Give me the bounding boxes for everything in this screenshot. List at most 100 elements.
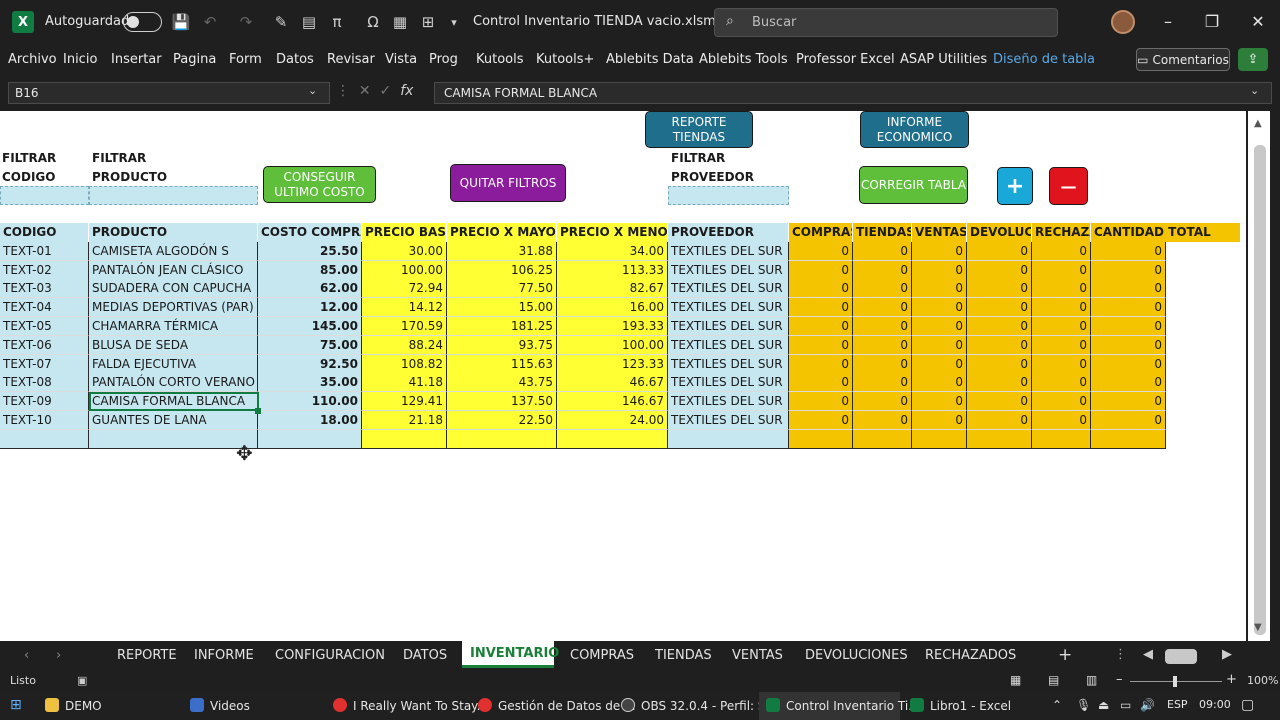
taskbar-opera-1[interactable]: I Really Want To Stay... [333, 698, 488, 713]
cell-precio-mayor[interactable]: 22.50 [447, 411, 557, 430]
cell-empty-devoluciones[interactable] [967, 429, 1032, 449]
menu-insertar[interactable]: Insertar [111, 52, 162, 67]
header-ventas[interactable]: VENTAS T [912, 223, 967, 242]
header-producto[interactable]: PRODUCTO [89, 223, 258, 242]
cell-proveedor[interactable]: TEXTILES DEL SUR [668, 354, 789, 374]
cell-compras[interactable]: 0 [789, 260, 853, 280]
cell-tiendas[interactable]: 0 [853, 317, 912, 336]
language-indicator[interactable]: ESP [1167, 698, 1188, 711]
table-icon[interactable]: ▦ [390, 12, 410, 32]
cell-costo-compra[interactable]: 12.00 [258, 298, 362, 318]
cell-codigo[interactable]: TEXT-02 [0, 260, 89, 280]
cell-ventas[interactable]: 0 [912, 392, 967, 412]
menu-professor-excel[interactable]: Professor Excel [796, 52, 895, 67]
menu-diseno-tabla[interactable]: Diseño de tabla [993, 52, 1095, 67]
cell-cantidad-total[interactable]: 0 [1091, 260, 1166, 280]
zoom-out-icon[interactable]: – [1116, 672, 1123, 687]
taskbar-videos[interactable]: Videos [190, 698, 250, 713]
cell-codigo[interactable]: TEXT-01 [0, 241, 89, 261]
zoom-in-icon[interactable]: + [1226, 672, 1237, 687]
cell-compras[interactable]: 0 [789, 392, 853, 412]
cell-rechazados[interactable]: 0 [1032, 354, 1091, 374]
name-box[interactable]: B16 [8, 82, 330, 104]
redo-icon[interactable]: ↷ [236, 12, 256, 32]
cell-devoluciones[interactable]: 0 [967, 335, 1032, 355]
hscroll-right-icon[interactable]: ▶ [1222, 647, 1232, 662]
cell-cantidad-total[interactable]: 0 [1091, 241, 1166, 261]
cell-ventas[interactable]: 0 [912, 260, 967, 280]
cell-empty-costo-compra[interactable] [258, 429, 362, 449]
cell-cantidad-total[interactable]: 0 [1091, 411, 1166, 430]
cell-proveedor[interactable]: TEXTILES DEL SUR [668, 373, 789, 393]
cell-rechazados[interactable]: 0 [1032, 317, 1091, 336]
cell-producto[interactable]: CHAMARRA TÉRMICA [89, 317, 258, 336]
cell-costo-compra[interactable]: 18.00 [258, 411, 362, 430]
tab-devoluciones[interactable]: DEVOLUCIONES [805, 648, 908, 663]
header-cantidad-total[interactable]: CANTIDAD TOTAL [1091, 223, 1241, 242]
menu-datos[interactable]: Datos [276, 52, 314, 67]
page-break-icon[interactable]: ▥ [1086, 673, 1097, 687]
cell-devoluciones[interactable]: 0 [967, 354, 1032, 374]
cell-tiendas[interactable]: 0 [853, 298, 912, 318]
minimize-icon[interactable]: – [1154, 10, 1182, 34]
cell-precio-base[interactable]: 129.41 [362, 392, 447, 412]
cell-proveedor[interactable]: TEXTILES DEL SUR [668, 317, 789, 336]
cell-empty-tiendas[interactable] [853, 429, 912, 449]
usb-icon[interactable]: ⏏ [1098, 698, 1109, 712]
cell-precio-mayor[interactable]: 106.25 [447, 260, 557, 280]
cell-precio-menor[interactable]: 34.00 [557, 241, 668, 261]
cell-precio-menor[interactable]: 146.67 [557, 392, 668, 412]
cell-costo-compra[interactable]: 35.00 [258, 373, 362, 393]
cell-producto[interactable]: GUANTES DE LANA [89, 411, 258, 430]
cell-empty-ventas[interactable] [912, 429, 967, 449]
cell-empty-producto[interactable] [89, 429, 258, 449]
cell-devoluciones[interactable]: 0 [967, 317, 1032, 336]
tab-ventas[interactable]: VENTAS [732, 648, 783, 663]
header-precio-base[interactable]: PRECIO BASE [362, 223, 447, 242]
cell-proveedor[interactable]: TEXTILES DEL SUR [668, 392, 789, 412]
cell-codigo[interactable]: TEXT-04 [0, 298, 89, 318]
normal-view-icon[interactable]: ▦ [1010, 673, 1021, 687]
form-icon[interactable]: ✎ [271, 12, 291, 32]
cell-empty-cantidad-total[interactable] [1091, 429, 1166, 449]
cell-ventas[interactable]: 0 [912, 317, 967, 336]
hierarchy-icon[interactable]: ⊞ [418, 12, 438, 32]
cell-costo-compra[interactable]: 25.50 [258, 241, 362, 261]
menu-form[interactable]: Form [229, 52, 262, 67]
add-sheet-icon[interactable]: + [1058, 645, 1072, 665]
chevron-down-icon[interactable]: ⌄ [308, 84, 317, 97]
cell-rechazados[interactable]: 0 [1032, 411, 1091, 430]
tray-chevron-icon[interactable]: ⌃ [1052, 698, 1062, 712]
cell-ventas[interactable]: 0 [912, 373, 967, 393]
formula-input[interactable]: CAMISA FORMAL BLANCA [434, 82, 1272, 104]
cell-proveedor[interactable]: TEXTILES DEL SUR [668, 298, 789, 318]
cell-precio-menor[interactable]: 46.67 [557, 373, 668, 393]
cell-compras[interactable]: 0 [789, 241, 853, 261]
more-sheets-icon[interactable]: ⋮ [1114, 647, 1127, 662]
cell-empty-precio-mayor[interactable] [447, 429, 557, 449]
cell-ventas[interactable]: 0 [912, 411, 967, 430]
filter-product-input[interactable] [89, 186, 258, 205]
menu-prog[interactable]: Prog [429, 52, 458, 67]
cell-cantidad-total[interactable]: 0 [1091, 298, 1166, 318]
worksheet-grid[interactable]: FILTRAR CODIGO FILTRAR PRODUCTO FILTRAR … [0, 111, 1246, 641]
header-proveedor[interactable]: PROVEEDOR [668, 223, 789, 242]
cell-costo-compra[interactable]: 75.00 [258, 335, 362, 355]
cell-proveedor[interactable]: TEXTILES DEL SUR [668, 335, 789, 355]
tab-configuracion[interactable]: CONFIGURACION [275, 648, 385, 663]
cell-precio-base[interactable]: 41.18 [362, 373, 447, 393]
cell-precio-mayor[interactable]: 181.25 [447, 317, 557, 336]
cell-ventas[interactable]: 0 [912, 335, 967, 355]
corregir-tabla-button[interactable]: CORREGIR TABLA [859, 166, 968, 204]
header-costo-compra[interactable]: COSTO COMPRA [258, 223, 362, 242]
cell-devoluciones[interactable]: 0 [967, 373, 1032, 393]
cell-costo-compra[interactable]: 110.00 [258, 392, 362, 412]
cell-empty-precio-base[interactable] [362, 429, 447, 449]
cell-producto[interactable]: PANTALÓN CORTO VERANO [89, 373, 258, 393]
cell-rechazados[interactable]: 0 [1032, 373, 1091, 393]
menu-kutools[interactable]: Kutools [476, 52, 524, 67]
cell-empty-rechazados[interactable] [1032, 429, 1091, 449]
cell-precio-mayor[interactable]: 93.75 [447, 335, 557, 355]
cell-codigo[interactable]: TEXT-07 [0, 354, 89, 374]
cell-tiendas[interactable]: 0 [853, 411, 912, 430]
